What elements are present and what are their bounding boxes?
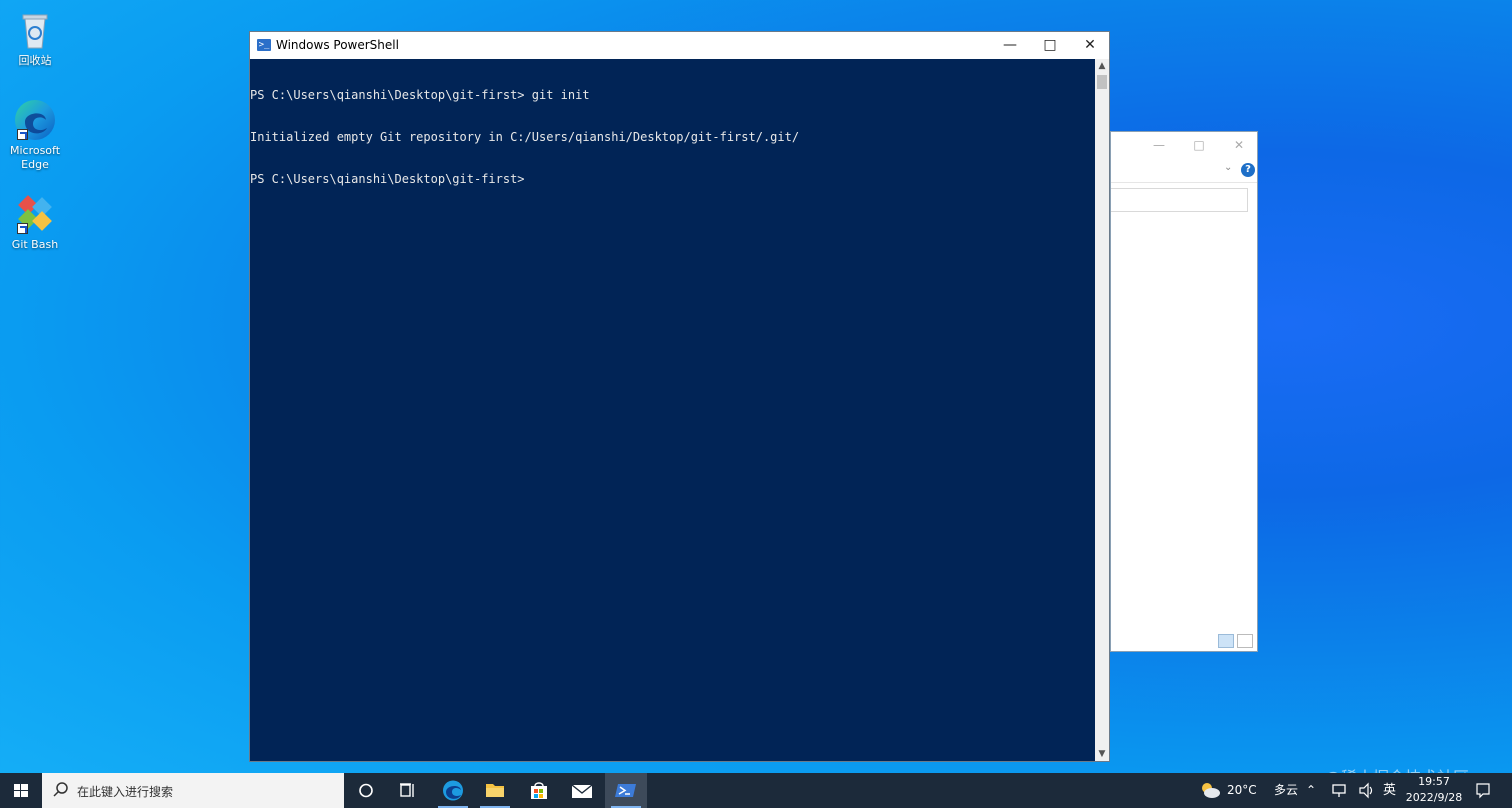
- notification-icon: [1476, 783, 1490, 799]
- search-placeholder: 在此键入进行搜索: [77, 785, 174, 799]
- taskbar-store[interactable]: [518, 773, 560, 808]
- close-icon[interactable]: ✕: [1229, 138, 1249, 152]
- taskbar-edge[interactable]: [432, 773, 474, 808]
- desktop-icon-label: Git Bash: [11, 238, 59, 251]
- minimize-button[interactable]: —: [990, 32, 1030, 59]
- address-bar[interactable]: [1111, 188, 1248, 212]
- search-icon: [53, 782, 68, 797]
- git-bash-icon: [13, 192, 57, 236]
- edge-icon: [13, 98, 57, 142]
- windows-logo-icon: [14, 784, 28, 797]
- details-view-icon[interactable]: [1218, 634, 1234, 648]
- clock-time: 19:57: [1418, 775, 1450, 788]
- vertical-scrollbar[interactable]: ▲ ▼: [1095, 59, 1109, 761]
- shortcut-arrow-icon: [17, 129, 28, 140]
- start-button[interactable]: [0, 773, 42, 808]
- desktop-icon-label: 回收站: [18, 54, 52, 67]
- scroll-thumb[interactable]: [1097, 75, 1107, 89]
- network-icon[interactable]: [1330, 773, 1348, 808]
- console-line: Initialized empty Git repository in C:/U…: [250, 130, 800, 144]
- clock-date: 2022/9/28: [1405, 791, 1463, 804]
- minimize-icon[interactable]: —: [1149, 138, 1169, 152]
- taskbar-powershell[interactable]: [605, 773, 647, 808]
- weather-temperature: 20°C: [1227, 783, 1257, 797]
- notification-center-button[interactable]: [1474, 773, 1492, 808]
- ribbon-divider: [1111, 182, 1257, 183]
- network-monitor-icon: [1332, 784, 1346, 797]
- volume-icon[interactable]: [1358, 773, 1376, 808]
- input-method-indicator[interactable]: 英: [1383, 773, 1396, 808]
- cortana-circle-icon: [359, 783, 373, 798]
- speaker-icon: [1359, 782, 1373, 799]
- desktop-icon-label: Microsoft Edge: [9, 144, 61, 171]
- maximize-icon[interactable]: □: [1189, 138, 1209, 152]
- desktop-icon-edge[interactable]: Microsoft Edge: [4, 98, 66, 172]
- console-line: PS C:\Users\qianshi\Desktop\git-first> g…: [250, 88, 590, 102]
- powershell-icon: [615, 784, 636, 797]
- large-icons-view-icon[interactable]: [1237, 634, 1253, 648]
- shortcut-arrow-icon: [17, 223, 28, 234]
- edge-icon: [443, 780, 463, 801]
- scroll-up-icon[interactable]: ▲: [1095, 59, 1109, 73]
- powershell-window[interactable]: >_ Windows PowerShell — □ ✕ PS C:\Users\…: [249, 31, 1110, 762]
- scroll-down-icon[interactable]: ▼: [1095, 747, 1109, 761]
- cortana-button[interactable]: [345, 773, 387, 808]
- taskbar-mail[interactable]: [561, 773, 603, 808]
- show-hidden-icons-chevron-up-icon[interactable]: ⌃: [1304, 773, 1318, 808]
- recycle-bin-icon: [13, 8, 57, 52]
- clock[interactable]: 19:57 2022/9/28: [1400, 774, 1468, 806]
- mail-icon: [571, 784, 593, 798]
- taskbar: 在此键入进行搜索 20°C 多云 ⌃ 英 19:57 2022/9/28: [0, 773, 1512, 808]
- folder-icon: [486, 784, 504, 797]
- desktop-icon-recycle-bin[interactable]: 回收站: [4, 8, 66, 68]
- store-bag-icon: [531, 782, 547, 799]
- search-bar[interactable]: 在此键入进行搜索: [42, 773, 344, 808]
- task-view-button[interactable]: [387, 773, 429, 808]
- weather-description: 多云: [1274, 783, 1299, 797]
- close-button[interactable]: ✕: [1070, 32, 1110, 59]
- maximize-button[interactable]: □: [1030, 32, 1070, 59]
- console-output[interactable]: PS C:\Users\qianshi\Desktop\git-first> g…: [250, 59, 1095, 761]
- powershell-icon: >_: [257, 39, 271, 51]
- background-window[interactable]: — □ ✕ ⌄ ?: [1110, 131, 1258, 652]
- partly-cloudy-icon: [1202, 783, 1220, 798]
- desktop-icon-git-bash[interactable]: Git Bash: [4, 192, 66, 252]
- help-icon[interactable]: ?: [1241, 163, 1255, 177]
- taskbar-file-explorer[interactable]: [474, 773, 516, 808]
- chevron-down-icon[interactable]: ⌄: [1224, 162, 1232, 173]
- window-title: Windows PowerShell: [276, 38, 399, 52]
- task-view-icon: [400, 783, 414, 797]
- console-line: PS C:\Users\qianshi\Desktop\git-first>: [250, 172, 525, 186]
- title-bar[interactable]: >_ Windows PowerShell — □ ✕: [250, 32, 1109, 59]
